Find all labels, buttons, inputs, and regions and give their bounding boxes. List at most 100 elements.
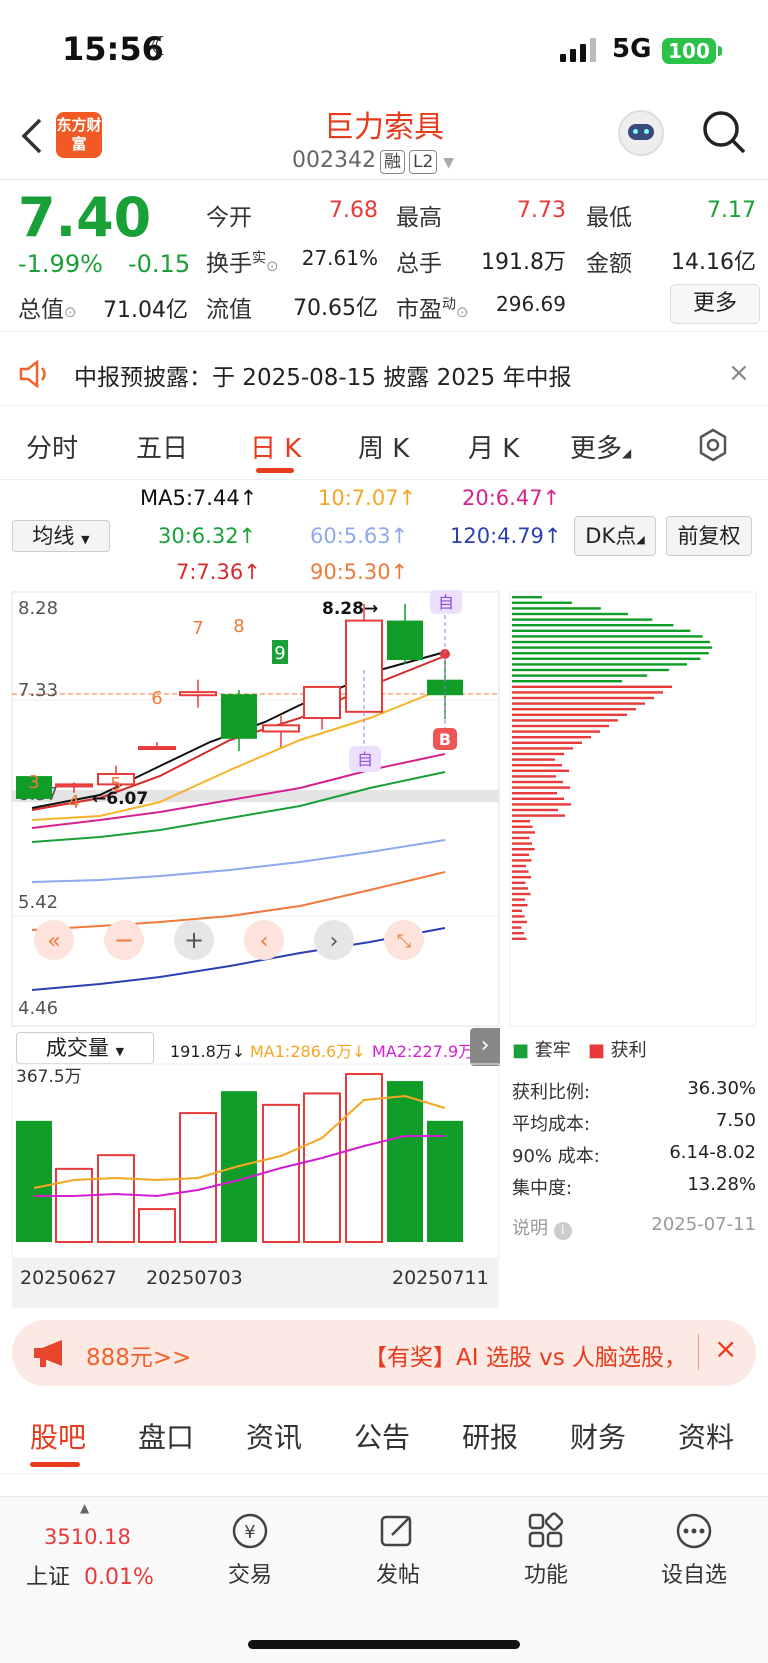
tab-pankou[interactable]: 盘口: [138, 1416, 194, 1456]
tab-finance[interactable]: 财务: [570, 1416, 626, 1456]
ad-close-icon[interactable]: ×: [714, 1332, 737, 1365]
margin-tag: 融: [379, 150, 405, 174]
notice-bar[interactable]: 中报预披露：于 2025-08-15 披露 2025 年中报 ×: [0, 342, 768, 406]
volume-value: 191.8万: [481, 250, 566, 275]
profit-ratio-label: 获利比例:: [512, 1082, 591, 1103]
amount-label: 金额: [586, 251, 632, 277]
chip-bar: [512, 719, 618, 722]
notice-text: 中报预披露：于 2025-08-15 披露 2025 年中报: [74, 365, 572, 391]
volume-ma2: MA2:227.9万: [372, 1042, 475, 1061]
volume-label: 总手: [396, 251, 442, 277]
ma5-label: MA5:7.44↑: [140, 486, 258, 510]
chip-bar: [512, 629, 691, 632]
chip-bar: [512, 803, 571, 806]
ma10-label: 10:7.07↑: [318, 486, 417, 510]
chip-bar: [512, 876, 531, 879]
chip-bar: [512, 853, 529, 856]
change-percent: -1.99%: [18, 250, 103, 278]
divider: [698, 1334, 699, 1370]
kline-chart[interactable]: 8.28 7.33 6.37 5.42 4.46 8.28→ ←6.07 自 自…: [0, 590, 768, 1030]
quote-panel: 7.40 -1.99% -0.15 今开 7.68 最高 7.73 最低 7.1…: [0, 182, 768, 332]
tab-daily-k[interactable]: 日 K: [250, 428, 301, 465]
nav-post[interactable]: 发帖: [348, 1511, 448, 1589]
x-label: 20250703: [146, 1267, 243, 1289]
ad-left-text: 888元>>: [86, 1345, 192, 1371]
seq-mark: 7: [192, 618, 203, 639]
chip-bar: [512, 730, 600, 733]
chip-bar: [512, 780, 563, 784]
info-icon: i: [553, 1222, 572, 1240]
chip-bar: [512, 864, 526, 868]
concentration-value: 13.28%: [687, 1174, 756, 1195]
robot-avatar-icon[interactable]: [618, 110, 664, 156]
market-cap-label: 总值⊙: [18, 297, 77, 323]
tab-five-day[interactable]: 五日: [136, 428, 188, 465]
volume-bars: [16, 1073, 463, 1244]
chip-note[interactable]: 说明 i: [512, 1214, 572, 1240]
avg-cost-label: 平均成本:: [512, 1114, 591, 1135]
index-quote[interactable]: 上证 0.01%: [26, 1559, 154, 1591]
svg-text:⤡: ⤡: [397, 931, 411, 952]
svg-text:‹: ‹: [260, 929, 269, 954]
tab-research[interactable]: 研报: [462, 1416, 518, 1456]
chip-bar: [512, 926, 522, 929]
stock-code-row[interactable]: 002342 融 L2 ▼: [292, 148, 454, 174]
tab-profile[interactable]: 资料: [678, 1416, 734, 1456]
chip-bar: [512, 674, 648, 677]
tab-monthly-k[interactable]: 月 K: [468, 428, 519, 465]
tab-news[interactable]: 资讯: [246, 1416, 302, 1456]
close-icon[interactable]: ×: [728, 358, 750, 388]
indicator-select[interactable]: 均线 ▼: [12, 520, 110, 552]
chip-legend: ■ 套牢 ■ 获利: [512, 1040, 647, 1061]
tab-weekly-k[interactable]: 周 K: [358, 428, 409, 465]
high-value: 7.73: [517, 198, 566, 223]
turnover-value: 27.61%: [301, 246, 378, 270]
chip-bar: [512, 887, 528, 890]
ad-banner[interactable]: 888元>> 【有奖】AI 选股 vs 人脑选股， ×: [12, 1320, 756, 1386]
chip-bar: [512, 764, 562, 767]
volume-bar: [303, 1092, 341, 1243]
chip-bar: [512, 909, 522, 912]
seq-mark: 4: [68, 792, 79, 813]
chip-bar: [512, 920, 527, 924]
svg-text:+: +: [184, 926, 204, 954]
tab-announcement[interactable]: 公告: [354, 1416, 410, 1456]
candle-body: [221, 694, 257, 739]
dk-point-button[interactable]: DK点◢: [574, 516, 656, 556]
chip-bar: [512, 657, 701, 660]
volume-ma1: MA1:286.6万↓: [250, 1042, 366, 1061]
nav-trade[interactable]: ¥ 交易: [200, 1511, 300, 1589]
chip-bar: [512, 797, 564, 800]
home-indicator: [248, 1640, 520, 1649]
chip-bar: [512, 898, 525, 901]
volume-bar: [138, 1208, 176, 1243]
nav-function[interactable]: 功能: [496, 1511, 596, 1589]
search-icon[interactable]: [702, 110, 746, 158]
tab-intraday[interactable]: 分时: [26, 428, 78, 465]
seq-mark: 9: [274, 643, 285, 664]
ma7-label: 7:7.36↑: [176, 560, 261, 584]
last-price: 7.40: [18, 186, 152, 249]
chip-bar: [512, 691, 663, 694]
open-value: 7.68: [329, 198, 378, 223]
chip-bar: [512, 848, 535, 851]
more-dots-icon: [676, 1513, 712, 1549]
x-label: 20250627: [20, 1267, 117, 1289]
gear-icon[interactable]: [696, 428, 730, 462]
nav-watchlist[interactable]: 设自选: [644, 1511, 744, 1589]
x-label: 20250711: [392, 1267, 489, 1289]
tab-more[interactable]: 更多◢: [570, 428, 631, 465]
candle-body: [179, 691, 217, 697]
chip-bar: [512, 624, 674, 627]
moon-icon: ☾: [150, 32, 174, 62]
adjust-button[interactable]: 前复权: [666, 516, 752, 556]
more-button[interactable]: 更多: [670, 284, 760, 324]
svg-text:−: −: [114, 926, 134, 954]
content-tabs: 股吧 盘口 资讯 公告 研报 财务 资料: [0, 1398, 768, 1474]
volume-bar: [16, 1120, 52, 1242]
bottom-nav: ▲ 3510.18 上证 0.01% ¥ 交易 发帖 功能 设自选: [0, 1496, 768, 1663]
change-value: -0.15: [128, 250, 191, 278]
l2-tag: L2: [408, 150, 438, 174]
tab-guba[interactable]: 股吧: [30, 1416, 86, 1456]
chip-bar: [512, 881, 526, 884]
